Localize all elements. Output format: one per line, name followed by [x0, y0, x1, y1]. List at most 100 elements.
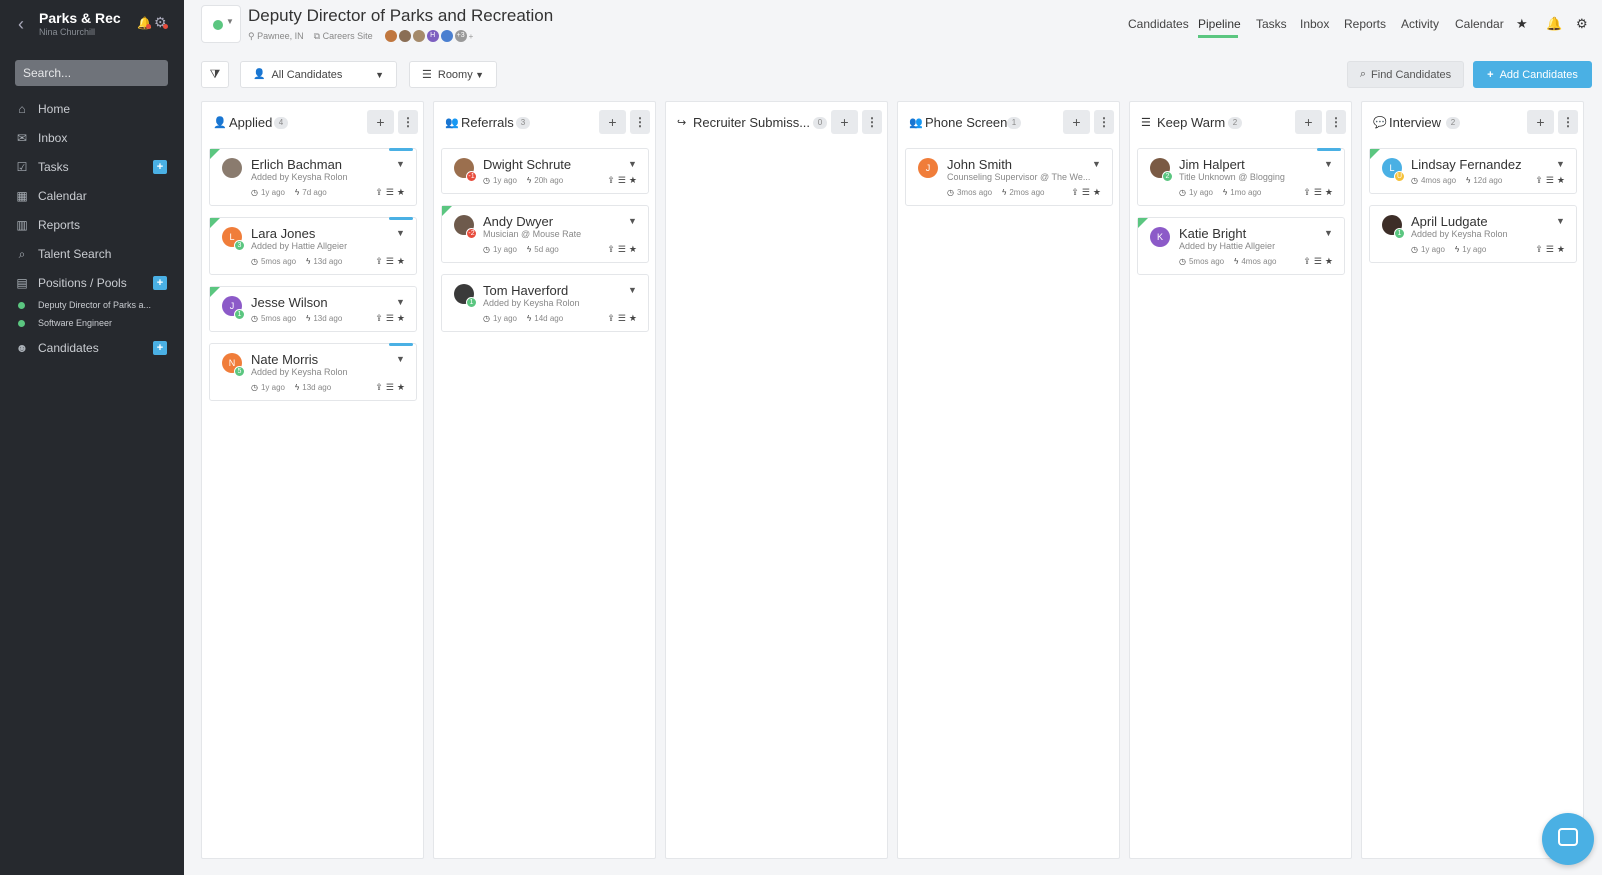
careers-site-link[interactable]: ⧉ Careers Site: [314, 31, 373, 42]
tab-activity[interactable]: Activity: [1401, 17, 1439, 31]
chevron-down-icon[interactable]: ▼: [396, 354, 405, 364]
star-icon[interactable]: ★: [1325, 256, 1336, 266]
job-status-dropdown[interactable]: ▼: [201, 5, 241, 43]
candidate-name[interactable]: Nate Morris: [251, 352, 318, 367]
bell-icon[interactable]: 🔔: [1546, 16, 1562, 32]
sidebar-item-home[interactable]: ⌂ Home: [0, 97, 184, 121]
candidate-card[interactable]: J 1 Jesse Wilson ▼ ◷ 5mos ago ϟ 13d ago ⇪☰★: [209, 286, 417, 332]
chevron-down-icon[interactable]: ▼: [1556, 216, 1565, 226]
chevron-down-icon[interactable]: ▼: [396, 297, 405, 307]
column-more-button[interactable]: ⋮: [1326, 110, 1346, 134]
candidate-name[interactable]: Tom Haverford: [483, 283, 568, 298]
sidebar-item-positions-pools[interactable]: ▤ Positions / Pools +: [0, 271, 184, 295]
candidate-name[interactable]: Lara Jones: [251, 226, 315, 241]
candidate-name[interactable]: Dwight Schrute: [483, 157, 571, 172]
sidebar-item-tasks[interactable]: ☑ Tasks +: [0, 155, 184, 179]
candidate-filter-select[interactable]: 👤 All Candidates ▼: [240, 61, 397, 88]
sidebar-position-item[interactable]: Deputy Director of Parks a...: [0, 297, 184, 313]
chevron-down-icon[interactable]: ▼: [396, 159, 405, 169]
star-icon[interactable]: ★: [1557, 244, 1568, 254]
add-team-member-icon[interactable]: +: [469, 32, 474, 41]
chevron-down-icon[interactable]: ▼: [1324, 159, 1333, 169]
sidebar-item-candidates[interactable]: ☻ Candidates +: [0, 336, 184, 360]
tab-pipeline[interactable]: Pipeline: [1198, 17, 1241, 31]
find-candidates-button[interactable]: ⌕ Find Candidates: [1347, 61, 1464, 88]
add-to-stage-button[interactable]: +: [1295, 110, 1322, 134]
candidate-card[interactable]: 1 April Ludgate Added by Keysha Rolon ▼ ◷ 1y …: [1369, 205, 1577, 263]
star-icon[interactable]: ★: [1093, 187, 1104, 197]
column-more-button[interactable]: ⋮: [398, 110, 418, 134]
star-icon[interactable]: ★: [1325, 187, 1336, 197]
candidate-subtitle: Counseling Supervisor @ The We...: [947, 172, 1091, 182]
candidate-name[interactable]: Andy Dwyer: [483, 214, 553, 229]
column-more-button[interactable]: ⋮: [1094, 110, 1114, 134]
star-icon[interactable]: ★: [397, 256, 408, 266]
column-more-button[interactable]: ⋮: [1558, 110, 1578, 134]
add-candidates-button[interactable]: + Add Candidates: [1473, 61, 1592, 88]
gear-icon[interactable]: ⚙: [1576, 16, 1588, 32]
pipeline-column-recruiter-submiss: ↪ Recruiter Submiss... 0 + ⋮: [665, 101, 888, 859]
add-to-stage-button[interactable]: +: [599, 110, 626, 134]
sidebar-item-inbox[interactable]: ✉ Inbox: [0, 126, 184, 150]
star-icon[interactable]: ★: [1516, 16, 1528, 32]
column-more-button[interactable]: ⋮: [862, 110, 882, 134]
chevron-down-icon[interactable]: ▼: [1324, 228, 1333, 238]
sidebar-position-item[interactable]: Software Engineer: [0, 315, 184, 331]
candidate-card[interactable]: Erlich Bachman Added by Keysha Rolon ▼ ◷ 1y …: [209, 148, 417, 206]
candidate-card[interactable]: -2 Andy Dwyer Musician @ Mouse Rate ▼ ◷ 1y ag…: [441, 205, 649, 263]
candidate-name[interactable]: Katie Bright: [1179, 226, 1246, 241]
add-to-stage-button[interactable]: +: [1527, 110, 1554, 134]
candidate-name[interactable]: Jim Halpert: [1179, 157, 1245, 172]
chevron-down-icon[interactable]: ▼: [628, 159, 637, 169]
sidebar-item-label: Positions / Pools: [38, 276, 127, 290]
chevron-down-icon[interactable]: ▼: [1092, 159, 1101, 169]
add-positions-button[interactable]: +: [153, 276, 167, 290]
chat-support-button[interactable]: [1542, 813, 1594, 865]
star-icon[interactable]: ★: [397, 313, 408, 323]
tab-calendar[interactable]: Calendar: [1455, 17, 1504, 31]
filter-button[interactable]: ⧩: [201, 61, 229, 88]
tab-inbox[interactable]: Inbox: [1300, 17, 1329, 31]
view-mode-select[interactable]: ☰ Roomy ▼: [409, 61, 497, 88]
chevron-down-icon[interactable]: ▼: [1556, 159, 1565, 169]
add-to-stage-button[interactable]: +: [831, 110, 858, 134]
tab-reports[interactable]: Reports: [1344, 17, 1386, 31]
sidebar-item-talent-search[interactable]: ⌕ Talent Search: [0, 242, 184, 266]
sidebar-item-calendar[interactable]: ▦ Calendar: [0, 184, 184, 208]
candidate-card[interactable]: 1 Tom Haverford Added by Keysha Rolon ▼ ◷ 1y …: [441, 274, 649, 332]
sidebar-item-reports[interactable]: ▥ Reports: [0, 213, 184, 237]
candidate-card[interactable]: -1 Dwight Schrute ▼ ◷ 1y ago ϟ 20h ago ⇪☰★: [441, 148, 649, 194]
back-chevron-icon[interactable]: ‹: [18, 14, 24, 35]
tab-tasks[interactable]: Tasks: [1256, 17, 1287, 31]
candidate-card[interactable]: 2 Jim Halpert Title Unknown @ Blogging ▼ ◷ 1y…: [1137, 148, 1345, 206]
chevron-down-icon[interactable]: ▼: [628, 285, 637, 295]
candidate-card[interactable]: K Katie Bright Added by Hattie Allgeier ▼ ◷ 5…: [1137, 217, 1345, 275]
candidate-card[interactable]: L 3 Lara Jones Added by Hattie Allgeier ▼ ◷ 5m…: [209, 217, 417, 275]
add-to-stage-button[interactable]: +: [1063, 110, 1090, 134]
star-icon[interactable]: ★: [629, 244, 640, 254]
clock-icon: ◷: [251, 188, 258, 197]
candidate-card[interactable]: N 5 Nate Morris Added by Keysha Rolon ▼ ◷ 1y a…: [209, 343, 417, 401]
chevron-down-icon[interactable]: ▼: [628, 216, 637, 226]
candidate-name[interactable]: Lindsay Fernandez: [1411, 157, 1522, 172]
candidate-card[interactable]: J John Smith Counseling Supervisor @ The W…: [905, 148, 1113, 206]
star-icon[interactable]: ★: [629, 175, 640, 185]
candidate-name[interactable]: Erlich Bachman: [251, 157, 342, 172]
candidate-name[interactable]: John Smith: [947, 157, 1012, 172]
sidebar-search-input[interactable]: [15, 60, 168, 86]
candidate-name[interactable]: April Ludgate: [1411, 214, 1488, 229]
tab-candidates[interactable]: Candidates: [1128, 17, 1189, 31]
hiring-team-avatars[interactable]: H +3 +: [384, 30, 474, 42]
candidate-card[interactable]: L U Lindsay Fernandez ▼ ◷ 4mos ago ϟ 12d ago ⇪☰★: [1369, 148, 1577, 194]
star-icon[interactable]: ★: [1557, 175, 1568, 185]
column-more-button[interactable]: ⋮: [630, 110, 650, 134]
add-to-stage-button[interactable]: +: [367, 110, 394, 134]
add-tasks-button[interactable]: +: [153, 160, 167, 174]
star-icon[interactable]: ★: [629, 313, 640, 323]
column-title: Keep Warm: [1157, 115, 1226, 130]
candidate-name[interactable]: Jesse Wilson: [251, 295, 328, 310]
star-icon[interactable]: ★: [397, 187, 408, 197]
chevron-down-icon[interactable]: ▼: [396, 228, 405, 238]
star-icon[interactable]: ★: [397, 382, 408, 392]
add-candidates-button[interactable]: +: [153, 341, 167, 355]
